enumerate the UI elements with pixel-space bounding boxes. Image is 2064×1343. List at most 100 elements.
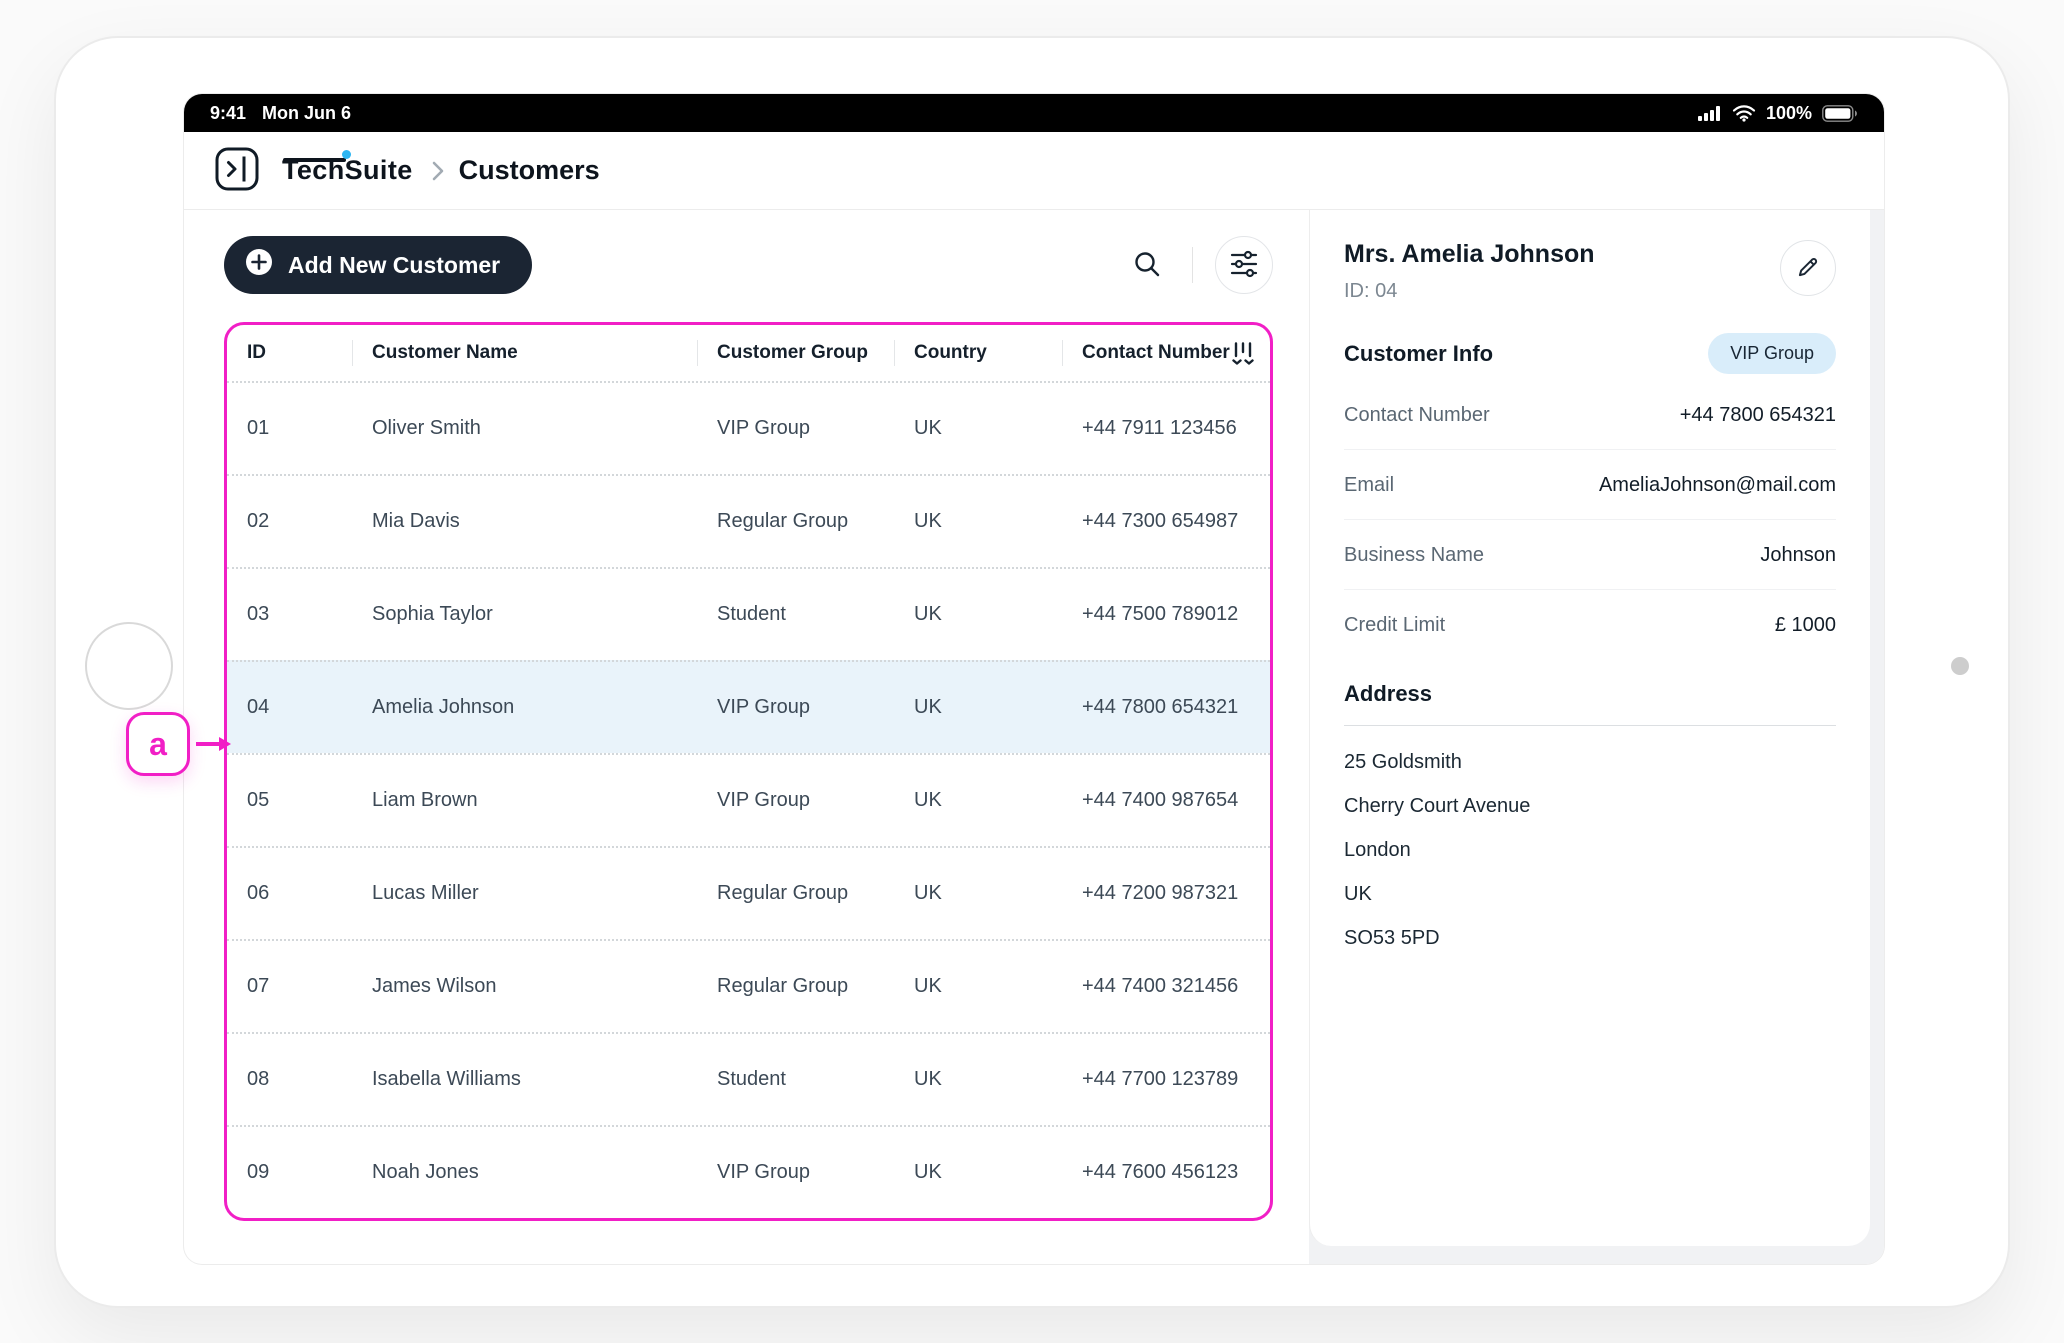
list-toolbar: Add New Customer <box>224 236 1273 294</box>
breadcrumb-current: Customers <box>458 155 600 185</box>
customer-name-title: Mrs. Amelia Johnson <box>1344 240 1595 268</box>
cell-name: Sophia Taylor <box>372 603 493 625</box>
cell-phone: +44 7500 789012 <box>1082 603 1239 625</box>
cellular-signal-icon <box>1697 105 1722 122</box>
cell-phone: +44 7800 654321 <box>1082 696 1239 718</box>
customer-info-heading: Customer Info <box>1344 340 1494 366</box>
cell-name: Amelia Johnson <box>372 696 515 718</box>
field-label: Contact Number <box>1344 404 1490 426</box>
sliders-icon <box>1229 250 1259 281</box>
logo-text-suite: Suite <box>341 150 413 185</box>
add-new-customer-button[interactable]: Add New Customer <box>224 236 533 294</box>
techsuite-logo[interactable]: Tech Suite <box>282 150 413 186</box>
cell-name: Noah Jones <box>372 1161 479 1183</box>
cell-country: UK <box>914 510 942 532</box>
logo-text-tech: Tech <box>282 155 346 185</box>
column-header-group: Customer Group <box>697 325 894 381</box>
cell-phone: +44 7400 321456 <box>1082 975 1239 997</box>
status-time: 9:41 <box>210 102 247 123</box>
field-credit-limit: Credit Limit £ 1000 <box>1344 590 1836 659</box>
cell-country: UK <box>914 882 942 904</box>
customer-info-fields: Contact Number +44 7800 654321 Email Ame… <box>1344 380 1836 659</box>
table-row[interactable]: 09 Noah Jones VIP Group UK +44 7600 4561… <box>227 1125 1270 1218</box>
customers-table: ID Customer Name Customer Group Country … <box>224 322 1273 1221</box>
bezel-camera-circle <box>85 622 173 710</box>
table-row[interactable]: 08 Isabella Williams Student UK +44 7700… <box>227 1032 1270 1125</box>
cell-id: 02 <box>247 510 270 532</box>
cell-phone: +44 7700 123789 <box>1082 1068 1239 1090</box>
annotation-arrow <box>196 736 231 751</box>
wifi-icon <box>1732 104 1756 122</box>
column-header-contact-label: Contact Number <box>1082 342 1230 363</box>
cell-name: Isabella Williams <box>372 1068 521 1090</box>
cell-group: Regular Group <box>717 510 849 532</box>
cell-country: UK <box>914 975 942 997</box>
field-label: Credit Limit <box>1344 614 1446 636</box>
field-email: Email AmeliaJohnson@mail.com <box>1344 450 1836 520</box>
address-line: SO53 5PD <box>1344 926 1440 949</box>
cell-phone: +44 7600 456123 <box>1082 1161 1239 1183</box>
app-header: Tech Suite Customers <box>184 132 1884 210</box>
cell-group: Regular Group <box>717 975 849 997</box>
table-row[interactable]: 01 Oliver Smith VIP Group UK +44 7911 12… <box>227 381 1270 474</box>
cell-group: VIP Group <box>717 1161 811 1183</box>
filter-button[interactable] <box>1215 236 1273 294</box>
field-value: AmeliaJohnson@mail.com <box>1598 474 1836 496</box>
cell-country: UK <box>914 789 942 811</box>
cell-group: Regular Group <box>717 882 849 904</box>
app-screen: 9:41 Mon Jun 6 100% Tech Suite Customers… <box>184 94 1884 1264</box>
cell-group: VIP Group <box>717 696 811 718</box>
column-options-icon[interactable] <box>1232 341 1254 366</box>
cell-country: UK <box>914 1161 942 1183</box>
cell-phone: +44 7200 987321 <box>1082 882 1239 904</box>
cell-id: 01 <box>247 417 270 439</box>
cell-id: 09 <box>247 1161 270 1183</box>
table-row[interactable]: 07 James Wilson Regular Group UK +44 740… <box>227 939 1270 1032</box>
cell-name: James Wilson <box>372 975 497 997</box>
content-area: Add New Customer ID Customer Name Custom… <box>184 210 1884 1264</box>
edit-customer-button[interactable] <box>1780 240 1836 296</box>
column-header-id: ID <box>247 342 266 363</box>
pencil-icon <box>1795 254 1821 283</box>
column-header-name: Customer Name <box>352 325 697 381</box>
sidebar-toggle-button[interactable] <box>214 146 260 195</box>
customer-detail-card: Mrs. Amelia Johnson ID: 04 Customer Info… <box>1309 210 1870 1246</box>
table-row[interactable]: 02 Mia Davis Regular Group UK +44 7300 6… <box>227 474 1270 567</box>
cell-group: Student <box>717 603 786 625</box>
field-value: £ 1000 <box>1774 614 1836 636</box>
cell-country: UK <box>914 603 942 625</box>
address-line: UK <box>1344 882 1372 905</box>
table-row[interactable]: 03 Sophia Taylor Student UK +44 7500 789… <box>227 567 1270 660</box>
field-contact-number: Contact Number +44 7800 654321 <box>1344 380 1836 450</box>
cell-country: UK <box>914 417 942 439</box>
cell-group: VIP Group <box>717 417 811 439</box>
cell-id: 03 <box>247 603 270 625</box>
customer-id-label: ID: 04 <box>1344 280 1398 302</box>
cell-country: UK <box>914 1068 942 1090</box>
cell-phone: +44 7300 654987 <box>1082 510 1239 532</box>
customer-detail-panel: Mrs. Amelia Johnson ID: 04 Customer Info… <box>1309 210 1884 1264</box>
field-value: Johnson <box>1760 544 1836 566</box>
status-bar: 9:41 Mon Jun 6 100% <box>184 94 1884 132</box>
address-line: Cherry Court Avenue <box>1344 794 1531 817</box>
cell-name: Liam Brown <box>372 789 478 811</box>
cell-name: Mia Davis <box>372 510 460 532</box>
table-row[interactable]: 06 Lucas Miller Regular Group UK +44 720… <box>227 846 1270 939</box>
tablet-frame: 9:41 Mon Jun 6 100% Tech Suite Customers… <box>54 36 2010 1308</box>
cell-id: 04 <box>247 696 270 718</box>
field-value: +44 7800 654321 <box>1679 404 1836 426</box>
plus-circle-icon <box>244 247 274 283</box>
address-heading: Address <box>1344 681 1836 726</box>
table-header-row: ID Customer Name Customer Group Country … <box>227 325 1270 381</box>
column-header-contact: Contact Number <box>1062 325 1270 381</box>
search-button[interactable] <box>1124 241 1170 290</box>
table-row[interactable]: 05 Liam Brown VIP Group UK +44 7400 9876… <box>227 753 1270 846</box>
battery-icon <box>1822 104 1858 122</box>
customer-list-panel: Add New Customer ID Customer Name Custom… <box>184 210 1309 1264</box>
battery-percent: 100% <box>1765 102 1812 123</box>
table-row-selected[interactable]: 04 Amelia Johnson VIP Group UK +44 7800 … <box>227 660 1270 753</box>
cell-name: Lucas Miller <box>372 882 479 904</box>
cell-group: VIP Group <box>717 789 811 811</box>
column-header-country: Country <box>894 325 1062 381</box>
address-line: London <box>1344 838 1411 861</box>
